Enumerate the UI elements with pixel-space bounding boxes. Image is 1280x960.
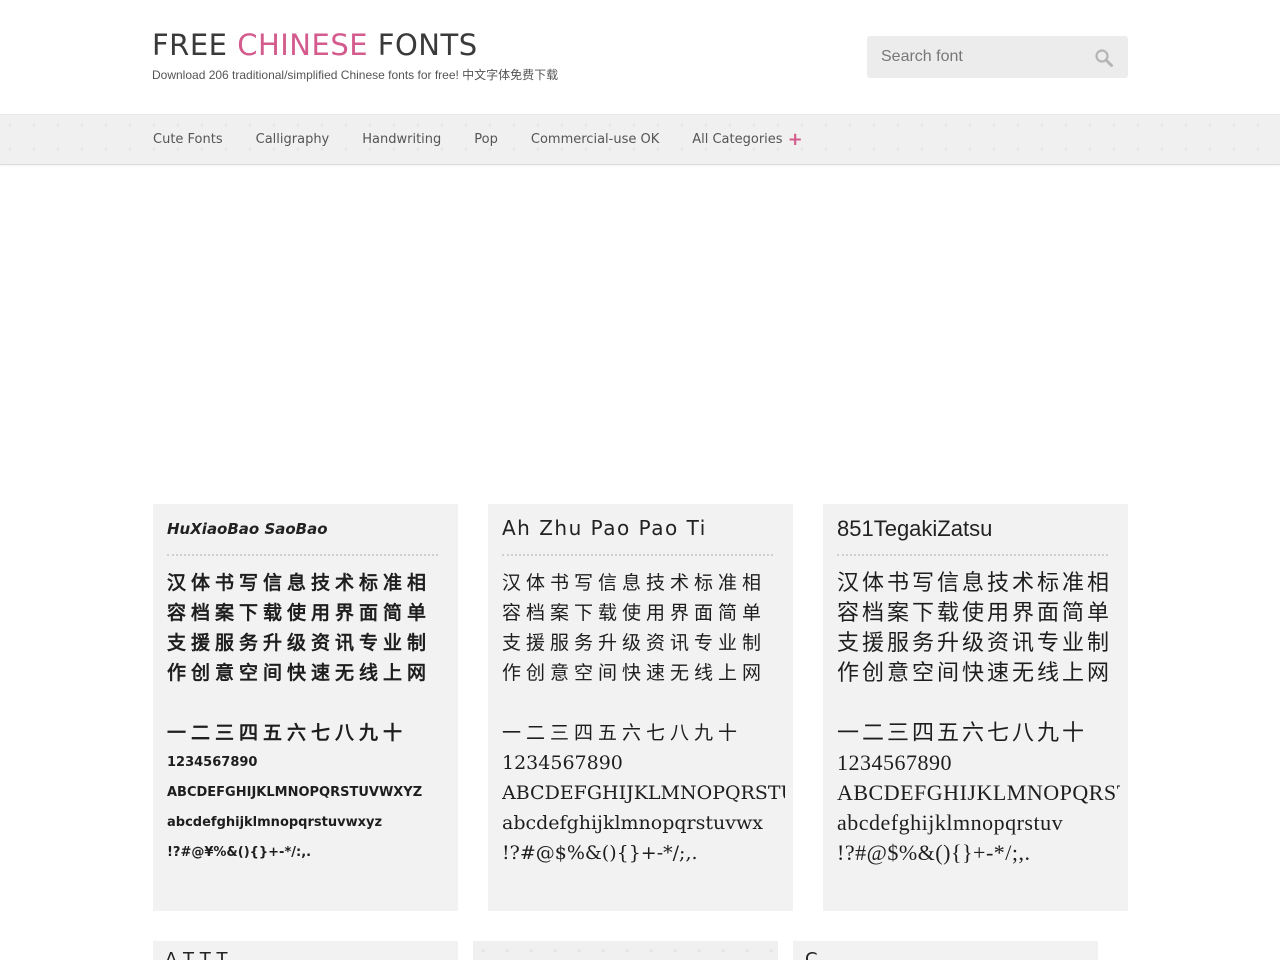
nav-list: Cute Fonts Calligraphy Handwriting Pop C…	[153, 115, 836, 164]
nav-item-all-categories[interactable]: All Categories +	[692, 129, 803, 150]
sample-cjk-line: 汉体书写信息技术标准相	[167, 572, 432, 594]
nav-item-pop[interactable]: Pop	[474, 132, 498, 147]
sample-cjk-line: 作创意空间快速无线上网	[837, 660, 1113, 685]
title-part-1: FREE	[152, 28, 238, 62]
sample-cjk-numerals: 一二三四五六七八九十	[502, 722, 743, 744]
font-name: 851TegakiZatsu	[837, 516, 993, 541]
sample-cjk-line: 支援服务升级资讯专业制	[502, 632, 767, 654]
sample-lowercase: abcdefghijklmnopqrstuv	[837, 810, 1064, 835]
sample-cjk-line: 支援服务升级资讯专业制	[837, 630, 1113, 655]
nav-item-label: Calligraphy	[255, 132, 330, 147]
sample-uppercase: ABCDEFGHIJKLMNOPQRSTUV	[837, 780, 1120, 805]
font-name: HuXiaoBao SaoBao	[167, 520, 328, 538]
sample-uppercase: ABCDEFGHIJKLMNOPQRSTUV	[502, 782, 785, 804]
site-title[interactable]: FREE CHINESE FONTS	[152, 29, 558, 61]
sample-cjk-line: 作创意空间快速无线上网	[502, 662, 767, 684]
sample-symbols: !?#@$%&(){}+-*/;,.	[502, 842, 698, 864]
nav-item-label: Handwriting	[362, 132, 442, 147]
sample-cjk-numerals: 一二三四五六七八九十	[167, 722, 408, 744]
font-card[interactable]: HuXiaoBao SaoBao 汉体书写信息技术标准相 容档案下载使用界面简单…	[153, 504, 458, 911]
font-card-partial[interactable]	[473, 941, 778, 960]
sample-symbols: !?#@¥%&(){}+-*/:,.	[167, 845, 312, 860]
sample-cjk-numerals: 一二三四五六七八九十	[837, 720, 1088, 745]
nav-item-label: Cute Fonts	[153, 132, 223, 147]
font-name: A T T T	[165, 949, 228, 960]
sample-digits: 1234567890	[502, 752, 623, 774]
site-tagline: Download 206 traditional/simplified Chin…	[152, 68, 559, 82]
search-icon[interactable]	[1093, 47, 1115, 69]
sample-cjk-line: 容档案下载使用界面简单	[837, 600, 1113, 625]
nav-item-label: All Categories	[692, 132, 783, 147]
ad-space	[152, 166, 1128, 486]
plus-icon: +	[787, 129, 803, 150]
sample-lowercase: abcdefghijklmnopqrstuvwx	[502, 812, 763, 834]
nav-item-handwriting[interactable]: Handwriting	[362, 132, 441, 147]
site-header: FREE CHINESE FONTS Download 206 traditio…	[0, 0, 1280, 114]
sample-cjk-line: 作创意空间快速无线上网	[167, 662, 432, 684]
site-brand[interactable]: FREE CHINESE FONTS Download 206 traditio…	[152, 29, 558, 83]
sample-digits: 1234567890	[837, 750, 952, 775]
sample-symbols: !?#@$%&(){}+-*/;,.	[837, 840, 1031, 865]
font-sample: 汉体书写信息技术标准相 容档案下载使用界面简单 支援服务升级资讯专业制 作创意空…	[837, 568, 1120, 868]
sample-cjk-line: 支援服务升级资讯专业制	[167, 632, 432, 654]
sample-digits: 1234567890	[167, 755, 258, 770]
font-card[interactable]: 851TegakiZatsu 汉体书写信息技术标准相 容档案下载使用界面简单 支…	[823, 504, 1128, 911]
title-accent: CHINESE	[237, 28, 369, 62]
main-nav: Cute Fonts Calligraphy Handwriting Pop C…	[0, 114, 1280, 165]
nav-item-calligraphy[interactable]: Calligraphy	[256, 132, 330, 147]
font-name: Ah Zhu Pao Pao Ti	[502, 516, 707, 540]
sample-uppercase: ABCDEFGHIJKLMNOPQRSTUVWXYZ	[167, 785, 423, 800]
sample-gap	[167, 688, 450, 718]
sample-gap	[502, 688, 785, 718]
nav-item-commercial-use[interactable]: Commercial-use OK	[531, 132, 659, 147]
font-card[interactable]: Ah Zhu Pao Pao Ti 汉体书写信息技术标准相 容档案下载使用界面简…	[488, 504, 793, 911]
sample-cjk-line: 汉体书写信息技术标准相	[837, 570, 1113, 595]
search-input[interactable]	[867, 36, 1087, 78]
font-sample: 汉体书写信息技术标准相 容档案下载使用界面简单 支援服务升级资讯专业制 作创意空…	[167, 568, 450, 868]
nav-item-label: Commercial-use OK	[530, 132, 660, 147]
card-divider	[502, 554, 773, 556]
sample-cjk-line: 容档案下载使用界面简单	[502, 602, 767, 624]
sample-cjk-line: 汉体书写信息技术标准相	[502, 572, 767, 594]
search-box	[867, 36, 1128, 78]
sample-lowercase: abcdefghijklmnopqrstuvwxyz	[167, 815, 383, 830]
sample-cjk-line: 容档案下载使用界面简单	[167, 602, 432, 624]
title-part-2: FONTS	[368, 28, 478, 62]
card-divider	[167, 554, 438, 556]
font-sample: 汉体书写信息技术标准相 容档案下载使用界面简单 支援服务升级资讯专业制 作创意空…	[502, 568, 785, 868]
sample-gap	[837, 688, 1120, 718]
font-card-partial[interactable]: A T T T	[153, 941, 458, 960]
card-divider	[837, 554, 1108, 556]
font-card-partial[interactable]: C	[793, 941, 1098, 960]
nav-item-label: Pop	[474, 132, 498, 147]
font-name: C	[805, 949, 818, 960]
nav-item-cute-fonts[interactable]: Cute Fonts	[153, 132, 223, 147]
